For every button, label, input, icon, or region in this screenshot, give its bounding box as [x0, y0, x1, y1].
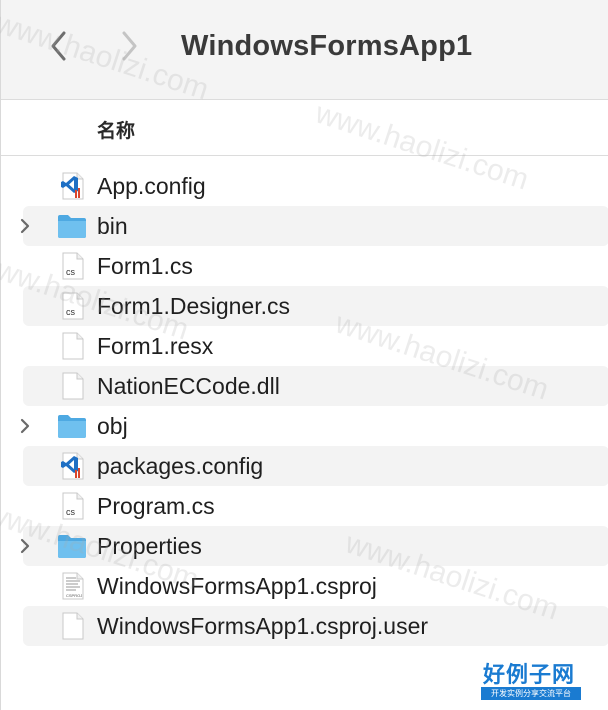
csharp-file-icon: cs — [56, 291, 88, 321]
csharp-file-icon: cs — [56, 251, 88, 281]
disclosure-chevron-right-icon[interactable] — [15, 536, 35, 556]
file-name: Program.cs — [97, 493, 215, 519]
column-header[interactable]: 名称 — [1, 100, 608, 156]
forward-button[interactable] — [111, 28, 147, 64]
chevron-right-icon — [122, 31, 137, 61]
folder-row[interactable]: Properties — [20, 526, 608, 566]
file-name: obj — [97, 413, 128, 439]
csproj-file-icon: CSPROJ — [56, 571, 88, 601]
file-row[interactable]: App.config — [23, 166, 608, 206]
svg-text:cs: cs — [66, 307, 76, 317]
csharp-file-icon: cs — [56, 491, 88, 521]
file-row[interactable]: cs Form1.cs — [23, 246, 608, 286]
svg-text:cs: cs — [66, 507, 76, 517]
disclosure-chevron-right-icon[interactable] — [15, 416, 35, 436]
folder-row[interactable]: bin — [20, 206, 608, 246]
file-row[interactable]: Form1.resx — [23, 326, 608, 366]
file-list: App.config bin cs Form1.cs cs Form1.Designer.… — [1, 166, 608, 646]
finder-window: WindowsFormsApp1 名称 App.config bin cs Form1… — [0, 0, 608, 710]
blank-file-icon — [56, 611, 88, 641]
folder-icon — [56, 411, 88, 441]
file-name: Form1.cs — [97, 253, 193, 279]
back-button[interactable] — [41, 28, 77, 64]
disclosure-chevron-right-icon[interactable] — [15, 216, 35, 236]
file-row[interactable]: NationECCode.dll — [23, 366, 608, 406]
file-row[interactable]: packages.config — [23, 446, 608, 486]
folder-row[interactable]: obj — [20, 406, 608, 446]
folder-icon — [56, 211, 88, 241]
file-name: Properties — [97, 533, 202, 559]
file-name: WindowsFormsApp1.csproj — [97, 573, 377, 599]
column-name-label[interactable]: 名称 — [97, 116, 135, 143]
file-row[interactable]: WindowsFormsApp1.csproj.user — [23, 606, 608, 646]
file-name: bin — [97, 213, 128, 239]
watermark-logo: 好例子网 开发实例分享交流平台 — [481, 657, 583, 701]
file-name: App.config — [97, 173, 206, 199]
logo-title: 好例子网 — [483, 662, 576, 687]
file-row[interactable]: CSPROJ WindowsFormsApp1.csproj — [23, 566, 608, 606]
file-row[interactable]: cs Program.cs — [23, 486, 608, 526]
file-name: WindowsFormsApp1.csproj.user — [97, 613, 429, 639]
folder-icon — [56, 531, 88, 561]
vscode-config-file-icon — [56, 451, 88, 481]
toolbar: WindowsFormsApp1 — [1, 0, 608, 100]
file-name: Form1.resx — [97, 333, 214, 359]
blank-file-icon — [56, 371, 88, 401]
file-name: Form1.Designer.cs — [97, 293, 291, 319]
file-name: NationECCode.dll — [97, 373, 280, 399]
svg-text:cs: cs — [66, 267, 76, 277]
vscode-config-file-icon — [56, 171, 88, 201]
blank-file-icon — [56, 331, 88, 361]
file-row[interactable]: cs Form1.Designer.cs — [23, 286, 608, 326]
file-name: packages.config — [97, 453, 264, 479]
logo-subtitle: 开发实例分享交流平台 — [481, 687, 581, 700]
window-title: WindowsFormsApp1 — [181, 30, 473, 62]
chevron-left-icon — [51, 31, 66, 61]
svg-text:CSPROJ: CSPROJ — [66, 593, 82, 598]
